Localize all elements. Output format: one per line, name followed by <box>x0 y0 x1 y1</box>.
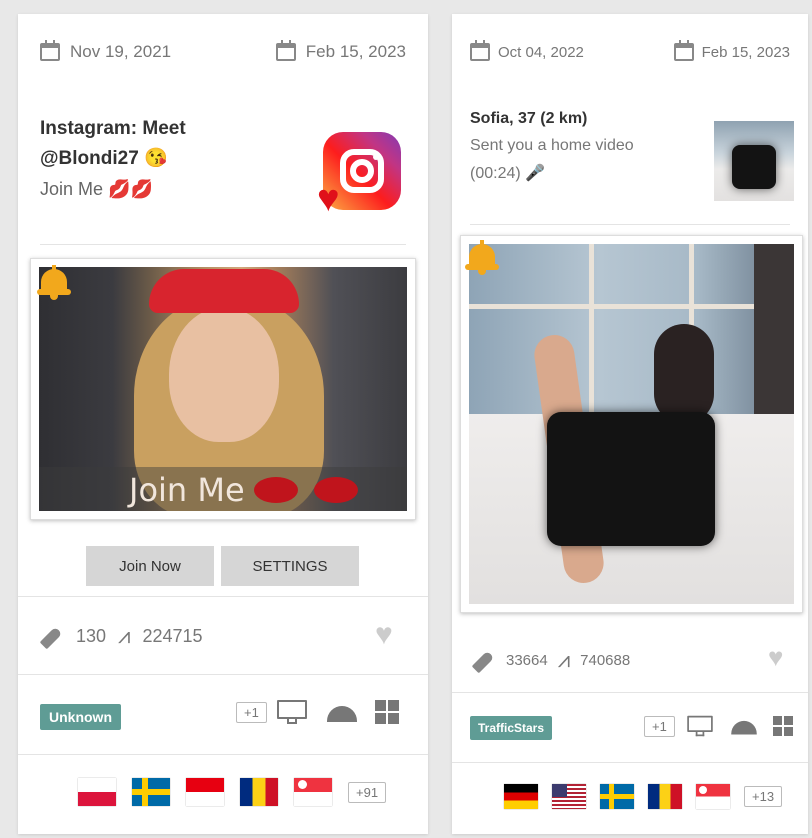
message-thumbnail <box>714 121 794 201</box>
divider <box>470 224 790 225</box>
impressions-count: 33664 <box>506 652 548 669</box>
clicks-count: 740688 <box>580 652 631 669</box>
trend-icon: ⩘ <box>557 648 571 673</box>
stats-row: 33664 ⩘ 740688 <box>472 648 630 673</box>
divider <box>18 754 428 755</box>
end-date-text: Feb 15, 2023 <box>701 43 790 61</box>
message-subtitle-line2: (00:24) 🎤 <box>470 165 546 182</box>
clicks-count: 224715 <box>142 626 203 646</box>
favorite-heart-icon[interactable]: ♥ <box>768 642 783 673</box>
calendar-icon <box>275 40 296 61</box>
censor-box <box>547 412 715 546</box>
creative-banner[interactable]: Join Me <box>30 258 416 520</box>
date-range: Oct 04, 2022 Feb 15, 2023 <box>470 38 790 66</box>
banner-face <box>169 307 279 442</box>
creative-card-instagram: Nov 19, 2021 Feb 15, 2023 Instagram: Mee… <box>18 14 428 834</box>
message-subtitle: Join Me 💋💋 <box>40 179 153 199</box>
flag-usa <box>552 784 586 809</box>
calendar-icon <box>40 40 60 61</box>
censor-box <box>732 145 776 189</box>
end-date-text: Feb 15, 2023 <box>305 42 406 61</box>
traffic-source-badge: Unknown <box>40 704 121 730</box>
flag-romania <box>648 784 682 809</box>
traffic-source-badge: TrafficStars <box>470 716 553 740</box>
date-range: Nov 19, 2021 Feb 15, 2023 <box>40 38 406 66</box>
trend-icon: ⩘ <box>118 624 131 649</box>
platforms: +1 <box>236 700 399 724</box>
android-icon <box>731 718 757 735</box>
divider <box>18 596 428 597</box>
message-title-line1: Instagram: Meet <box>40 118 186 139</box>
heart-icon: ♥ <box>317 178 340 220</box>
message-title-line2: @Blondi27 😘 <box>40 148 168 169</box>
message-subtitle-line1: Sent you a home video <box>470 137 634 154</box>
flag-singapore <box>294 778 332 806</box>
start-date-text: Nov 19, 2021 <box>70 42 172 61</box>
country-flags: +13 <box>504 784 783 809</box>
impressions-count: 130 <box>76 626 107 646</box>
divider <box>40 244 406 245</box>
join-now-button[interactable]: Join Now <box>86 546 214 586</box>
country-flags: +91 <box>78 778 387 806</box>
favorite-heart-icon[interactable]: ♥ <box>375 618 393 652</box>
banner-window <box>469 244 794 414</box>
flag-romania <box>240 778 278 806</box>
instagram-lens <box>350 159 374 183</box>
banner-cap <box>149 269 299 313</box>
divider <box>18 674 428 675</box>
android-icon <box>326 702 357 722</box>
banner-figure <box>654 324 714 424</box>
start-date-text: Oct 04, 2022 <box>498 43 584 61</box>
flag-poland <box>78 778 116 806</box>
divider <box>452 762 808 763</box>
bell-icon <box>37 265 71 300</box>
start-date: Nov 19, 2021 <box>40 40 172 62</box>
platform-more[interactable]: +1 <box>236 701 267 723</box>
divider <box>452 692 808 693</box>
push-message: Instagram: Meet @Blondi27 😘 Join Me 💋💋 <box>40 114 300 204</box>
flag-indonesia <box>186 778 224 806</box>
flags-more[interactable]: +91 <box>348 781 387 803</box>
kiss-icon <box>254 477 298 503</box>
flags-more[interactable]: +13 <box>744 786 783 807</box>
banner-image: Join Me <box>39 267 407 511</box>
flag-germany <box>504 784 538 809</box>
stats-row: 130 ⩘ 224715 <box>40 624 203 649</box>
start-date: Oct 04, 2022 <box>470 40 584 61</box>
push-message: Sofia, 37 (2 km) Sent you a home video (… <box>470 106 700 188</box>
windows-icon <box>772 716 793 736</box>
desktop-icon <box>687 715 713 737</box>
rocket-icon <box>40 625 64 649</box>
creative-card-sofia: Oct 04, 2022 Feb 15, 2023 Sofia, 37 (2 k… <box>452 14 808 834</box>
banner-image <box>469 244 794 604</box>
windows-icon <box>374 700 399 724</box>
end-date: Feb 15, 2023 <box>275 40 406 62</box>
banner-caption: Join Me <box>129 471 245 509</box>
creative-banner[interactable] <box>460 235 803 613</box>
bell-icon <box>465 240 499 275</box>
settings-button[interactable]: SETTINGS <box>221 546 359 586</box>
platforms: +1 <box>644 714 793 738</box>
desktop-icon <box>276 700 307 724</box>
calendar-icon <box>673 40 694 61</box>
end-date: Feb 15, 2023 <box>673 40 790 61</box>
message-title: Sofia, 37 (2 km) <box>470 110 588 127</box>
flag-sweden <box>600 784 634 809</box>
banner-window-frame <box>469 304 794 309</box>
instagram-dot <box>373 154 379 160</box>
kiss-icon <box>314 477 358 503</box>
banner-window-frame <box>589 244 594 414</box>
calendar-icon <box>470 40 490 61</box>
rocket-icon <box>472 649 496 673</box>
platform-more[interactable]: +1 <box>644 715 675 737</box>
flag-sweden <box>132 778 170 806</box>
flag-singapore <box>696 784 730 809</box>
instagram-icon: ♥ <box>317 132 401 218</box>
